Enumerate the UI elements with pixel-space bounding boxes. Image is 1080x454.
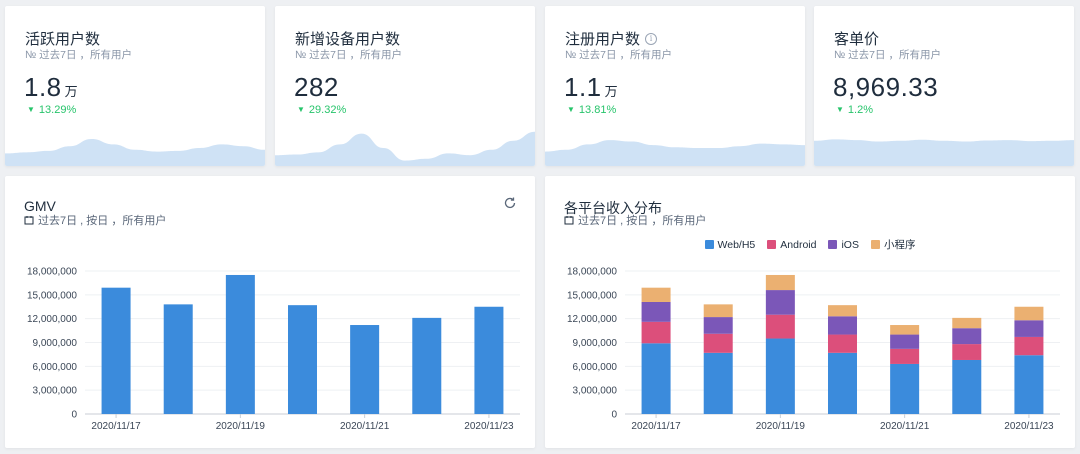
y-tick-label: 9,000,000 <box>33 338 78 349</box>
bar-segment[interactable] <box>828 352 857 414</box>
bar-segment[interactable] <box>828 305 857 317</box>
kpi-change: ▼ 13.81% <box>567 104 617 116</box>
gmv-bar-chart: 0 3,000,000 6,000,000 9,000,000 12,000,000 15… <box>27 267 520 432</box>
bar[interactable] <box>225 274 255 414</box>
kpi-change: ▼ 13.29% <box>27 104 77 116</box>
y-tick-label: 0 <box>71 410 77 421</box>
bar-segment[interactable] <box>765 314 795 339</box>
y-tick-label: 6,000,000 <box>573 362 618 373</box>
bar-segment[interactable] <box>765 338 795 414</box>
kpi-value: 1.8 万 <box>24 72 79 102</box>
kpi-title: 活跃用户数 <box>25 31 101 48</box>
y-tick-label: 6,000,000 <box>33 362 78 373</box>
kpi-subtitle: № 过去7日 ，所有用户 <box>834 49 941 61</box>
bar-segment[interactable] <box>641 321 671 344</box>
bar-segment[interactable] <box>952 359 982 414</box>
kpi-title: 注册用户数 i <box>565 28 658 49</box>
bar-segment[interactable] <box>952 344 982 360</box>
sparkline-fill <box>275 131 535 166</box>
bar-segment[interactable] <box>703 352 733 414</box>
bar[interactable] <box>101 287 131 414</box>
bar-segment[interactable] <box>641 343 671 414</box>
y-tick-label: 18,000,000 <box>567 267 617 278</box>
bar-segment[interactable] <box>890 325 920 335</box>
kpi-change: ▼ 29.32% <box>297 104 347 116</box>
bar[interactable] <box>412 317 442 414</box>
kpi-value: 1.1 万 <box>564 72 619 102</box>
kpi-card-avg-order-value: 客单价 № 过去7日 ，所有用户 8,969.33 ▼ 1.2% <box>814 6 1074 166</box>
bar-segment[interactable] <box>952 328 982 345</box>
y-tick-label: 18,000,000 <box>27 267 77 278</box>
kpi-title: 客单价 <box>834 31 880 48</box>
down-triangle-icon: ▼ <box>27 105 35 114</box>
bar-segment[interactable] <box>765 290 795 315</box>
sparkline-area <box>814 139 1074 166</box>
kpi-subtitle: № 过去7日 ，所有用户 <box>565 49 672 61</box>
platform-revenue-card: 各平台收入分布 过去7日 , 按日 ，所有用户 Web/H5 Android i… <box>545 176 1075 448</box>
kpi-value: 8,969.33 <box>833 72 939 102</box>
y-tick-label: 0 <box>611 410 617 421</box>
info-icon[interactable]: i <box>645 32 658 45</box>
bar[interactable] <box>163 304 193 414</box>
x-tick-label: 2020/11/23 <box>1004 421 1054 432</box>
sparkline-area <box>5 139 265 166</box>
y-tick-label: 9,000,000 <box>573 338 618 349</box>
bar-segment[interactable] <box>952 317 982 329</box>
y-tick-label: 12,000,000 <box>567 314 617 325</box>
y-tick-label: 15,000,000 <box>27 290 77 301</box>
sparkline-fill <box>5 139 265 166</box>
kpi-subtitle: № 过去7日 ，所有用户 <box>25 49 132 61</box>
sparkline-area <box>275 131 535 166</box>
y-tick-label: 15,000,000 <box>567 290 617 301</box>
kpi-card-new-device-users: 新增设备用户数 № 过去7日 ，所有用户 282 ▼ 29.32% <box>275 6 535 166</box>
sparkline-area <box>545 140 805 166</box>
kpi-card-active-users: 活跃用户数 № 过去7日 ，所有用户 1.8 万 ▼ 13.29% <box>5 6 265 166</box>
down-triangle-icon: ▼ <box>836 105 844 114</box>
bar-segment[interactable] <box>703 304 733 318</box>
kpi-value: 282 <box>294 72 339 102</box>
x-tick-label: 2020/11/17 <box>631 421 681 432</box>
x-tick-label: 2020/11/21 <box>340 421 390 432</box>
y-tick-label: 3,000,000 <box>33 386 78 397</box>
y-tick-label: 12,000,000 <box>27 314 77 325</box>
bar-segment[interactable] <box>641 287 671 302</box>
sparkline-fill <box>545 140 805 166</box>
kpi-title: 新增设备用户数 <box>295 31 401 48</box>
platform-stacked-bar-chart: 0 3,000,000 6,000,000 9,000,000 12,000,000 15… <box>567 267 1060 432</box>
gmv-card: GMV 过去7日 , 按日 ，所有用户 0 3,000,000 6,000,000 9… <box>5 176 535 448</box>
bar-segment[interactable] <box>765 274 795 291</box>
bar-segment[interactable] <box>890 334 920 349</box>
x-tick-label: 2020/11/17 <box>91 421 141 432</box>
x-tick-label: 2020/11/21 <box>880 421 930 432</box>
bar[interactable] <box>288 305 317 414</box>
bar[interactable] <box>350 325 380 414</box>
bar[interactable] <box>474 306 504 414</box>
sparkline-fill <box>814 139 1074 166</box>
kpi-subtitle: № 过去7日 ，所有用户 <box>295 49 402 61</box>
y-tick-label: 3,000,000 <box>573 386 618 397</box>
x-tick-label: 2020/11/23 <box>464 421 514 432</box>
down-triangle-icon: ▼ <box>567 105 575 114</box>
x-tick-label: 2020/11/19 <box>756 421 806 432</box>
bar-segment[interactable] <box>890 348 920 364</box>
kpi-card-registered-users: 注册用户数 i № 过去7日 ，所有用户 1.1 万 ▼ 13.81% <box>545 6 805 166</box>
bar-segment[interactable] <box>1014 320 1044 337</box>
bar-segment[interactable] <box>1014 355 1044 414</box>
bar-segment[interactable] <box>703 317 733 334</box>
x-tick-label: 2020/11/19 <box>216 421 266 432</box>
bar-segment[interactable] <box>641 301 671 322</box>
bar-segment[interactable] <box>1014 336 1044 356</box>
bar-segment[interactable] <box>828 316 857 335</box>
kpi-change: ▼ 1.2% <box>836 104 873 116</box>
bar-segment[interactable] <box>1014 306 1044 321</box>
bar-segment[interactable] <box>703 333 733 353</box>
down-triangle-icon: ▼ <box>297 105 305 114</box>
bar-segment[interactable] <box>890 363 920 414</box>
bar-segment[interactable] <box>828 334 857 353</box>
